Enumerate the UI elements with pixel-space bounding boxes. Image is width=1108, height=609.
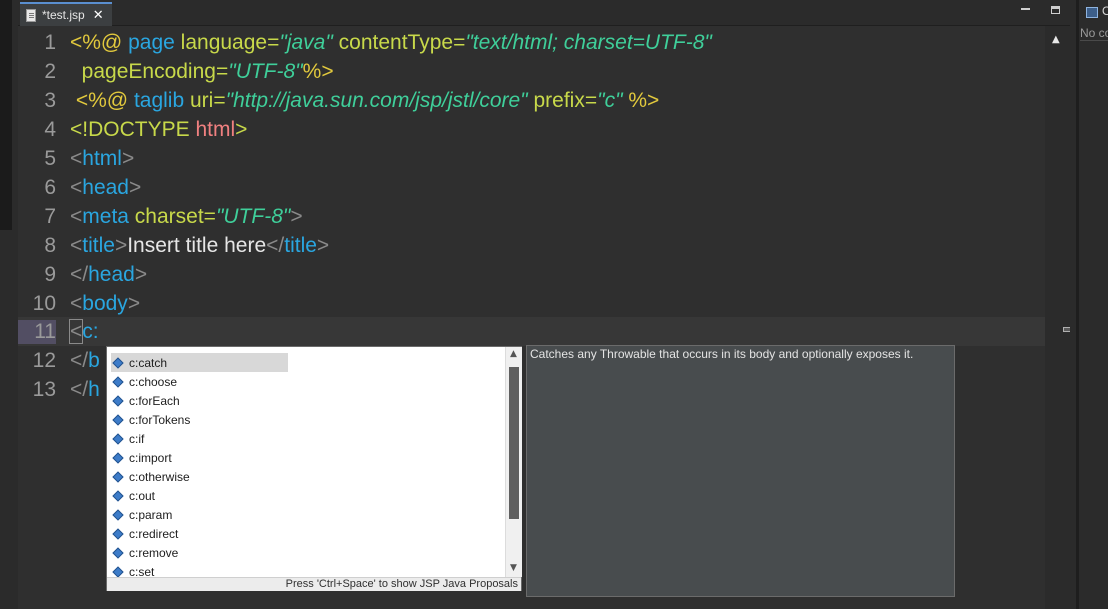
code-text: <%@ page language="java" contentType="te… (70, 30, 712, 54)
proposal-item[interactable]: c:otherwise (111, 467, 288, 486)
proposal-item[interactable]: c:redirect (111, 524, 288, 543)
line-number: 9 (44, 262, 56, 286)
line-number: 10 (32, 291, 56, 315)
line-number: 2 (44, 59, 56, 83)
code-line: 7 <meta charset="UTF-8"> (18, 202, 1045, 231)
tab-title: *test.jsp (42, 8, 85, 22)
outline-title[interactable]: O (1102, 4, 1108, 18)
code-text: <html> (70, 146, 135, 170)
tab-test-jsp[interactable]: *test.jsp ✕ (20, 2, 112, 26)
code-line: 4 <!DOCTYPE html> (18, 115, 1045, 144)
tag-icon (112, 375, 124, 388)
line-number: 3 (44, 88, 56, 112)
proposal-list[interactable]: c:catch c:choose c:forEach c:forTokens c… (107, 347, 505, 577)
proposal-scrollbar[interactable]: ▲ ▼ (505, 347, 522, 577)
divider (1080, 40, 1108, 41)
tag-icon (112, 470, 124, 483)
scroll-up-icon[interactable]: ▲ (1052, 34, 1060, 45)
proposal-item[interactable]: c:choose (111, 372, 288, 391)
tag-icon (112, 356, 124, 369)
proposal-item[interactable]: c:import (111, 448, 288, 467)
code-line: 2 pageEncoding="UTF-8"%> (18, 57, 1045, 86)
scroll-up-icon[interactable]: ▲ (510, 349, 517, 359)
code-line: 6 <head> (18, 173, 1045, 202)
code-text: <head> (70, 175, 142, 199)
scroll-thumb[interactable] (509, 367, 519, 519)
code-line-current: 11 <c: (18, 317, 1045, 346)
code-text: <c: (68, 318, 99, 344)
proposal-item[interactable]: c:param (111, 505, 288, 524)
line-number: 7 (44, 204, 56, 228)
tag-icon (112, 413, 124, 426)
editor-tab-bar: *test.jsp ✕ (18, 0, 1070, 26)
close-icon[interactable]: ✕ (93, 8, 104, 23)
tag-icon (112, 508, 124, 521)
file-icon (26, 8, 36, 22)
minimize-icon[interactable] (1021, 8, 1030, 10)
code-line: 8 <title>Insert title here</title> (18, 231, 1045, 260)
code-text: </h (70, 377, 100, 401)
line-number: 5 (44, 146, 56, 170)
line-number: 4 (44, 117, 56, 141)
tag-icon (112, 565, 124, 577)
code-line: 3 <%@ taglib uri="http://java.sun.com/js… (18, 86, 1045, 115)
line-number: 12 (32, 348, 56, 372)
line-number: 8 (44, 233, 56, 257)
tag-icon (112, 489, 124, 502)
outline-icon[interactable] (1086, 7, 1098, 18)
proposal-item[interactable]: c:if (111, 429, 288, 448)
line-number: 11 (18, 319, 56, 344)
code-text: <body> (70, 291, 141, 315)
scroll-down-icon[interactable]: ▼ (510, 563, 517, 573)
code-text: <meta charset="UTF-8"> (70, 204, 303, 228)
proposal-description: Catches any Throwable that occurs in its… (530, 347, 914, 361)
tag-icon (112, 527, 124, 540)
code-text: </head> (70, 262, 148, 286)
line-number: 1 (44, 30, 56, 54)
proposal-item[interactable]: c:set (111, 562, 288, 577)
editor-scrollbar[interactable]: ▲ ▼ (1045, 26, 1070, 609)
proposal-item[interactable]: c:catch (111, 353, 288, 372)
maximize-icon[interactable] (1051, 6, 1060, 14)
tag-icon (112, 546, 124, 559)
code-text: <title>Insert title here</title> (70, 233, 330, 257)
outline-empty-text: No co (1080, 26, 1108, 40)
proposal-item[interactable]: c:forEach (111, 391, 288, 410)
proposal-item[interactable]: c:forTokens (111, 410, 288, 429)
code-line: 5 <html> (18, 144, 1045, 173)
tag-icon (112, 394, 124, 407)
proposal-item[interactable]: c:out (111, 486, 288, 505)
code-text: <%@ taglib uri="http://java.sun.com/jsp/… (75, 88, 660, 112)
line-number: 6 (44, 175, 56, 199)
tag-icon (112, 451, 124, 464)
proposal-item[interactable]: c:remove (111, 543, 288, 562)
code-line: 1 <%@ page language="java" contentType="t… (18, 28, 1045, 57)
content-assist-popup: c:catch c:choose c:forEach c:forTokens c… (106, 346, 522, 591)
code-line: 10 <body> (18, 289, 1045, 318)
left-panel-strip (0, 0, 18, 609)
panel-divider[interactable] (1076, 0, 1079, 609)
tag-icon (112, 432, 124, 445)
line-number: 13 (32, 377, 56, 401)
code-text: <!DOCTYPE html> (70, 117, 248, 141)
proposal-info-popup: Catches any Throwable that occurs in its… (526, 345, 955, 597)
proposal-status-hint[interactable]: Press 'Ctrl+Space' to show JSP Java Prop… (107, 577, 521, 591)
left-panel-divider[interactable] (0, 0, 12, 230)
code-text: pageEncoding="UTF-8"%> (81, 59, 334, 83)
code-text: </b (70, 348, 100, 372)
outline-panel: O No co (1070, 0, 1108, 609)
code-line: 9 </head> (18, 260, 1045, 289)
